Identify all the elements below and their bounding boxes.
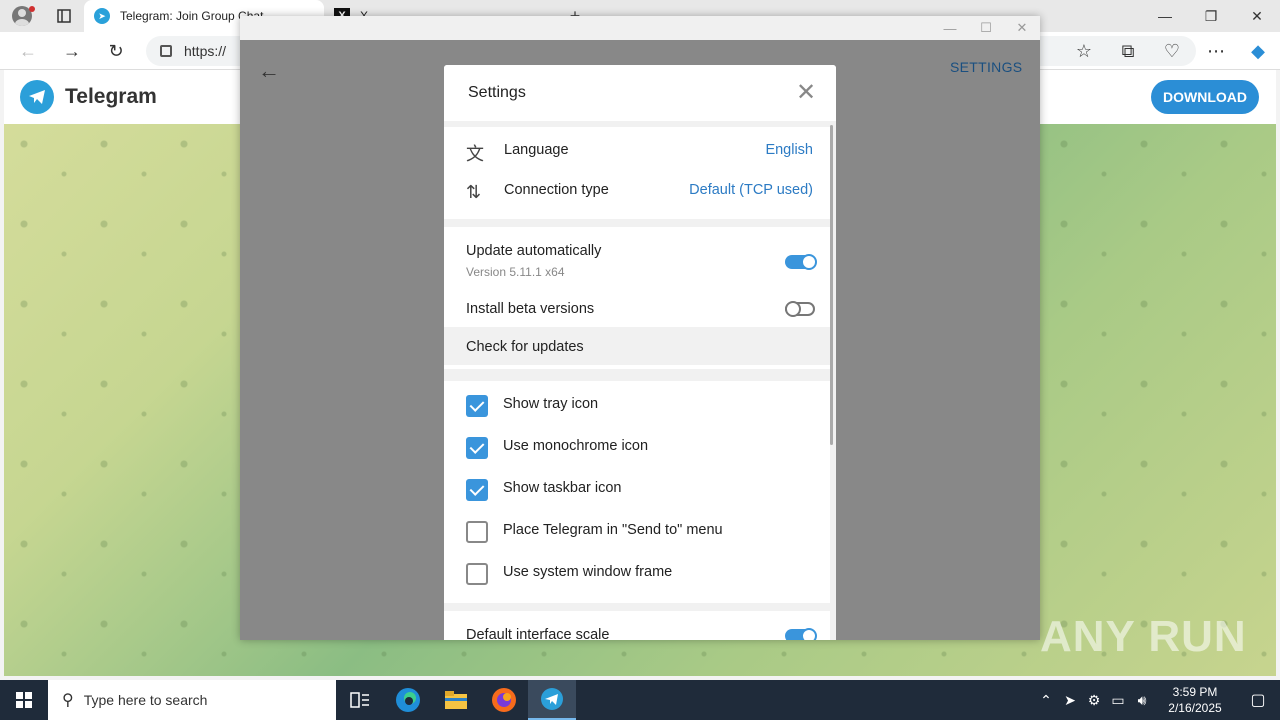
search-placeholder: Type here to search (83, 692, 208, 708)
update-auto-label: Update automatically (466, 243, 602, 259)
checkbox-label: Use monochrome icon (503, 438, 649, 454)
tg-close-button[interactable]: ✕ (1004, 18, 1040, 38)
telegram-logo-icon[interactable] (20, 80, 54, 114)
firefox-icon[interactable] (480, 680, 528, 720)
windows-taskbar: ⚲ Type here to search ⌃ ➤ ⚙ ▭ 🔊︎ 3:59 PM… (0, 680, 1280, 720)
system-tray: ⌃ ➤ ⚙ ▭ 🔊︎ 3:59 PM 2/16/2025 ▢ (1034, 680, 1280, 720)
refresh-icon[interactable]: ↻ (102, 38, 130, 64)
brand-name[interactable]: Telegram (65, 85, 157, 109)
tab-actions-button[interactable] (44, 0, 84, 32)
tg-minimize-button[interactable]: — (932, 18, 968, 38)
edge-browser-icon[interactable] (384, 680, 432, 720)
anyrun-watermark: ANY RUN (1040, 612, 1247, 661)
interface-scale-row[interactable]: Default interface scale (444, 611, 830, 640)
checkbox-label: Place Telegram in "Send to" menu (503, 522, 723, 538)
checkbox-row[interactable]: Use monochrome icon (444, 427, 830, 469)
windows-logo-icon (16, 692, 32, 708)
task-view-icon[interactable] (336, 680, 384, 720)
check-updates-button[interactable]: Check for updates (444, 327, 830, 365)
dialog-header: Settings ✕ (444, 65, 836, 121)
checkbox-label: Show taskbar icon (503, 480, 622, 496)
telegram-tray-icon[interactable]: ➤ (1058, 692, 1082, 709)
dialog-scrollbar[interactable] (830, 125, 833, 445)
close-window-button[interactable]: ✕ (1234, 0, 1280, 32)
download-button[interactable]: DOWNLOAD (1151, 80, 1259, 114)
tray-overflow-icon[interactable]: ⌃ (1034, 692, 1058, 709)
scale-section: Default interface scale (444, 611, 830, 640)
settings-link[interactable]: SETTINGS (950, 59, 1022, 75)
lock-icon (160, 45, 172, 57)
telegram-taskbar-icon[interactable] (528, 680, 576, 720)
updates-section: Update automatically Version 5.11.1 x64 … (444, 227, 830, 369)
connection-value[interactable]: Default (TCP used) (689, 182, 813, 198)
file-explorer-icon[interactable] (432, 680, 480, 720)
back-icon[interactable]: ← (14, 38, 42, 64)
scale-toggle[interactable] (785, 628, 817, 640)
language-value[interactable]: English (765, 142, 813, 158)
connection-label: Connection type (504, 182, 609, 198)
profile-button[interactable] (0, 0, 44, 32)
check-updates-label: Check for updates (466, 339, 584, 355)
dialog-title: Settings (468, 84, 526, 101)
checkbox-checked-icon[interactable] (466, 479, 488, 501)
telegram-title-bar: — ☐ ✕ (240, 16, 1040, 40)
back-arrow-icon[interactable]: ← (258, 58, 280, 84)
tray-section: Show tray icon Use monochrome icon Show … (444, 381, 830, 603)
network-icon[interactable]: ▭ (1106, 692, 1130, 709)
copilot-icon[interactable]: ◆ (1244, 38, 1272, 64)
favorite-star-icon[interactable]: ☆ (1070, 38, 1098, 64)
taskbar-search-box[interactable]: ⚲ Type here to search (48, 680, 336, 720)
minimize-button[interactable]: — (1142, 0, 1188, 32)
checkbox-label: Show tray icon (503, 396, 599, 412)
extensions-icon[interactable]: ♡ (1158, 38, 1186, 64)
tab-actions-icon (57, 9, 71, 23)
close-icon[interactable]: ✕ (796, 79, 816, 107)
checkbox-checked-icon[interactable] (466, 395, 488, 417)
checkbox-unchecked-icon[interactable] (466, 521, 488, 543)
beta-row[interactable]: Install beta versions (444, 289, 830, 327)
checkbox-row[interactable]: Show tray icon (444, 385, 830, 427)
forward-icon[interactable]: → (58, 38, 86, 64)
checkbox-row[interactable]: Show taskbar icon (444, 469, 830, 511)
beta-toggle[interactable] (785, 301, 815, 317)
restore-button[interactable]: ❐ (1188, 0, 1234, 32)
telegram-favicon-icon: ➤ (94, 8, 110, 24)
checkbox-label: Use system window frame (503, 564, 673, 580)
language-row[interactable]: 文 Language English (444, 127, 830, 173)
beta-label: Install beta versions (466, 301, 595, 317)
tg-maximize-button[interactable]: ☐ (968, 18, 1004, 38)
connection-row[interactable]: ⇅ Connection type Default (TCP used) (444, 173, 830, 213)
translate-icon: 文 (466, 144, 484, 164)
clock[interactable]: 3:59 PM 2/16/2025 (1154, 684, 1236, 716)
checkbox-row[interactable]: Use system window frame (444, 553, 830, 595)
update-automatically-row[interactable]: Update automatically Version 5.11.1 x64 (444, 227, 830, 289)
more-menu-icon[interactable]: ⋯ (1202, 38, 1230, 64)
language-label: Language (504, 142, 569, 158)
language-section: 文 Language English ⇅ Connection type Def… (444, 127, 830, 219)
version-text: Version 5.11.1 x64 (466, 265, 565, 279)
connection-arrows-icon: ⇅ (466, 182, 482, 202)
update-auto-toggle[interactable] (785, 254, 817, 270)
notification-dot-icon (29, 6, 35, 12)
checkbox-checked-icon[interactable] (466, 437, 488, 459)
settings-dialog: Settings ✕ 文 Language English ⇅ Connecti… (444, 65, 836, 640)
checkbox-unchecked-icon[interactable] (466, 563, 488, 585)
clock-date: 2/16/2025 (1168, 701, 1222, 715)
update-tray-icon[interactable]: ⚙ (1082, 692, 1106, 709)
collections-icon[interactable]: ⧉ (1114, 38, 1142, 64)
url-text: https:// (184, 43, 227, 59)
checkbox-row[interactable]: Place Telegram in "Send to" menu (444, 511, 830, 553)
search-icon: ⚲ (62, 692, 74, 709)
scale-label: Default interface scale (466, 627, 610, 640)
volume-icon[interactable]: 🔊︎ (1130, 692, 1154, 709)
notifications-icon[interactable]: ▢ (1236, 690, 1280, 710)
start-button[interactable] (0, 680, 48, 720)
clock-time: 3:59 PM (1172, 685, 1218, 699)
